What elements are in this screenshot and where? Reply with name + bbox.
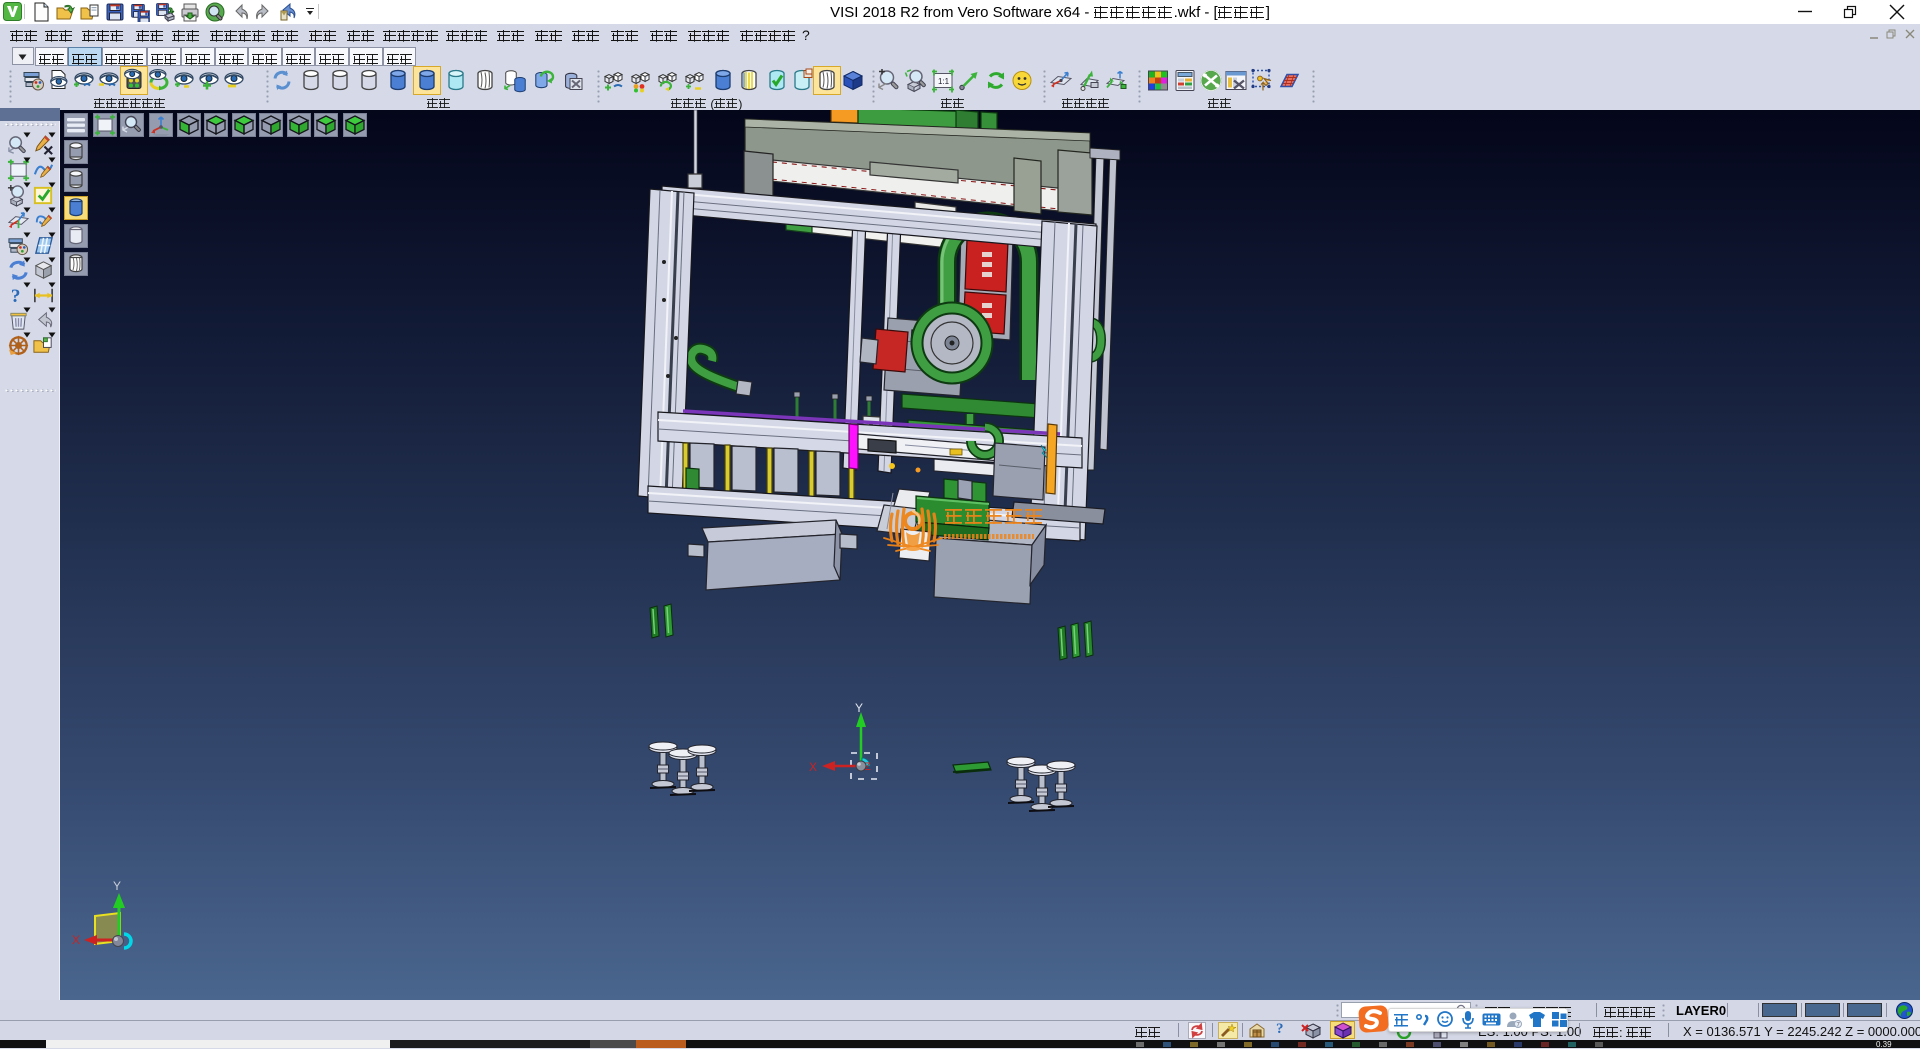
svg-text:Y: Y xyxy=(855,701,863,715)
svg-text:X: X xyxy=(809,760,817,774)
svg-text:1:1: 1:1 xyxy=(938,77,950,86)
svg-text:Y: Y xyxy=(113,879,121,893)
svg-text:X: X xyxy=(72,933,80,947)
svg-text:?: ? xyxy=(11,286,21,307)
